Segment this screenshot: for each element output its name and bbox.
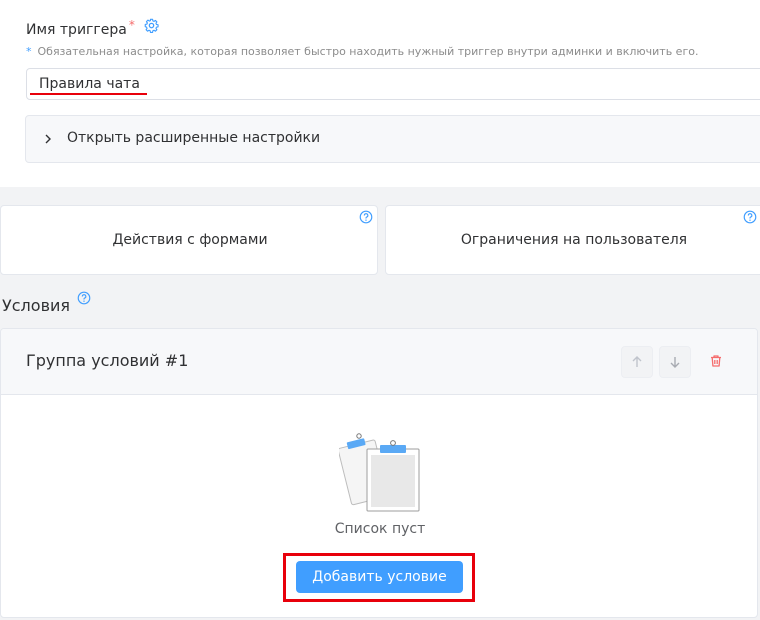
- advanced-settings-toggle[interactable]: Открыть расширенные настройки: [25, 115, 760, 163]
- trigger-name-input[interactable]: [26, 68, 760, 100]
- trash-icon: [711, 355, 721, 367]
- annotation-highlight-box: [283, 553, 475, 602]
- move-up-button[interactable]: [621, 346, 653, 378]
- empty-list-text: Список пуст: [334, 521, 426, 537]
- condition-group-card: Группа условий #1 Список пуст Добавить у…: [0, 328, 758, 618]
- delete-group-button[interactable]: [701, 346, 733, 378]
- move-down-button[interactable]: [659, 346, 691, 378]
- empty-clipboard-illustration: [339, 433, 420, 512]
- trigger-settings-card: Имя триггера * * Обязательная настройка, к…: [0, 0, 760, 187]
- question-circle-icon[interactable]: [743, 210, 757, 224]
- chevron-right-icon: [45, 134, 51, 144]
- annotation-underline: [30, 93, 147, 95]
- form-actions-label: Действия с формами: [112, 232, 268, 248]
- gear-icon[interactable]: [144, 18, 159, 33]
- user-restrictions-tile[interactable]: Ограничения на пользователя: [385, 205, 760, 275]
- trigger-name-label: Имя триггера *: [26, 18, 135, 38]
- arrow-down-icon: [670, 357, 680, 368]
- required-marker: *: [128, 18, 135, 32]
- condition-group-header: Группа условий #1: [1, 329, 757, 395]
- advanced-settings-label: Открыть расширенные настройки: [67, 130, 321, 146]
- arrow-up-icon: [632, 356, 642, 367]
- trigger-name-hint: * Обязательная настройка, которая позволя…: [26, 45, 698, 58]
- conditions-title: Условия: [2, 296, 71, 315]
- user-restrictions-label: Ограничения на пользователя: [460, 232, 688, 248]
- trigger-name-label-text: Имя триггера: [26, 22, 127, 38]
- form-actions-tile[interactable]: Действия с формами: [0, 205, 378, 275]
- question-circle-icon[interactable]: [77, 291, 91, 305]
- condition-group-title: Группа условий #1: [26, 351, 189, 370]
- question-circle-icon[interactable]: [359, 210, 373, 224]
- hint-marker: *: [26, 45, 32, 58]
- hint-text: Обязательная настройка, которая позволяе…: [37, 45, 699, 58]
